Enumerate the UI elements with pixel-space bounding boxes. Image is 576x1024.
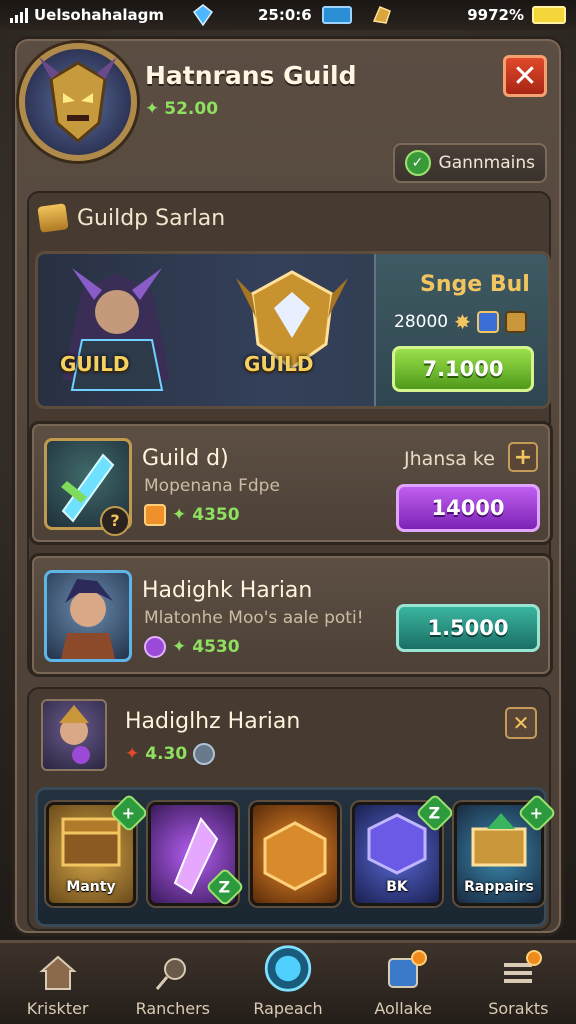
- lower-points-value: 4.30: [145, 744, 188, 764]
- guild-title: Hatnrans Guild: [145, 61, 357, 90]
- item-card[interactable]: Manty +: [46, 793, 149, 906]
- shop-item-row[interactable]: ? Guild d) Mopenana Fdpe ✦ 4350 Jhansa k…: [29, 421, 553, 545]
- row-points-value: 4350: [192, 505, 240, 525]
- nav-item-research[interactable]: Rapeach: [238, 944, 338, 1024]
- guild-leader-portrait: [39, 57, 117, 143]
- house-icon: [38, 955, 77, 990]
- row-title: Hadighk Harian: [142, 578, 313, 603]
- row-subtitle: Mopenana Fdpe: [144, 476, 280, 496]
- row-points: ✦ 4350: [144, 504, 240, 526]
- signal-icon: [10, 7, 28, 23]
- sword-icon: [155, 957, 186, 990]
- carrier-name: Uelsohahalagm: [34, 6, 164, 24]
- offer-cost: 28000 ✸: [394, 310, 527, 334]
- item-card[interactable]: Z: [148, 802, 245, 907]
- recruit-section: Hadiglhz Harian ✦ 4.30 ✕ Manty + Z BK Z …: [27, 687, 557, 931]
- nav-item-rankings[interactable]: Ranchers: [123, 944, 223, 1024]
- help-icon[interactable]: ?: [100, 506, 130, 536]
- guild-shop-section: Guildp Sarlan GUILD GUILD Snge Bul 28000…: [27, 191, 553, 677]
- purple-orb-icon: [144, 636, 166, 658]
- guild-avatar[interactable]: [19, 43, 137, 161]
- row-title: Guild d): [142, 446, 229, 471]
- lower-title: Hadiglhz Harian: [125, 709, 301, 734]
- nav-item-settings[interactable]: Sorakts: [468, 944, 568, 1024]
- close-button[interactable]: ✕: [503, 55, 547, 97]
- portal-icon: [264, 944, 312, 992]
- hero-portrait: [62, 268, 170, 391]
- battery-percent: 9972%: [467, 6, 524, 24]
- guild-tag-left: GUILD: [60, 352, 130, 376]
- nav-label: Sorakts: [488, 998, 549, 1018]
- section-header: Guildp Sarlan: [37, 203, 226, 233]
- add-button[interactable]: +: [508, 442, 538, 472]
- notification-badge: [411, 949, 428, 966]
- star-icon: ✸: [454, 310, 471, 334]
- scroll-icon: [37, 203, 69, 233]
- price-button[interactable]: 14000: [396, 484, 540, 532]
- nav-item-home[interactable]: Kriskter: [8, 944, 108, 1024]
- blue-gem-icon: [476, 311, 499, 333]
- item-card[interactable]: Rappairs +: [454, 793, 557, 906]
- section-title: Guildp Sarlan: [77, 205, 226, 231]
- nav-label: Ranchers: [135, 998, 210, 1018]
- row-right-label: Jhansa ke: [404, 448, 495, 470]
- clock: 25:0:6: [257, 6, 312, 24]
- item-tray: Manty + Z BK Z Rappairs +: [35, 787, 557, 927]
- channels-label: Gannmains: [438, 153, 535, 173]
- row-points-value: 4530: [192, 637, 240, 657]
- orb-icon: [193, 743, 216, 765]
- lower-points: ✦ 4.30: [125, 743, 216, 765]
- guild-points-value: 52.00: [164, 99, 219, 119]
- item-label: Rappairs: [464, 879, 534, 895]
- guild-panel: Hatnrans Guild ✦ 52.00 ✕ ✓ Gannmains Gui…: [12, 36, 564, 936]
- offer-cost-value: 28000: [394, 312, 449, 332]
- close-button[interactable]: ✕: [505, 707, 537, 739]
- price-button[interactable]: 1.5000: [396, 604, 540, 652]
- battery-icon: [532, 6, 566, 24]
- status-bar: Uelsohahalagm 25:0:6 9972%: [0, 0, 576, 30]
- hero-thumbnail: [44, 570, 132, 662]
- sparkle-icon: ✦: [172, 637, 187, 657]
- hero-portrait-icon: [61, 579, 115, 659]
- storage-icon: [321, 6, 352, 24]
- guild-points: ✦ 52.00: [145, 99, 218, 119]
- item-label: BK: [386, 879, 408, 895]
- buy-button[interactable]: 7.1000: [392, 346, 534, 392]
- guild-tag-right: GUILD: [244, 352, 314, 376]
- shop-item-row[interactable]: Hadighk Harian Mlatonhe Moo's aale poti!…: [29, 553, 553, 677]
- orange-gem-icon: [144, 504, 166, 526]
- sparkle-icon: ✦: [145, 99, 160, 119]
- row-subtitle: Mlatonhe Moo's aale poti!: [144, 608, 364, 628]
- sparkle-icon: ✦: [172, 505, 187, 525]
- gold-cube-icon: [263, 821, 327, 891]
- nav-label: Rapeach: [253, 998, 323, 1018]
- hero-thumbnail: [41, 699, 107, 771]
- featured-offer-banner[interactable]: GUILD GUILD Snge Bul 28000 ✸ 7.1000: [35, 251, 551, 409]
- single-buy-box: Snge Bul 28000 ✸ 7.1000: [374, 254, 548, 406]
- row-points: ✦ 4530: [144, 636, 240, 658]
- gem-icon: [192, 4, 213, 26]
- nav-label: Kriskter: [26, 998, 89, 1018]
- notification-badge: [526, 949, 543, 966]
- item-card[interactable]: [250, 802, 340, 906]
- sparkle-icon: ✦: [125, 744, 140, 764]
- channels-button[interactable]: ✓ Gannmains: [392, 143, 547, 183]
- item-card[interactable]: BK Z: [352, 793, 455, 906]
- offer-title: Snge Bul: [420, 272, 530, 297]
- hero-portrait-icon: [59, 705, 90, 764]
- bottom-nav: Kriskter Ranchers Rapeach Aollake Sorakt…: [0, 940, 576, 1024]
- gold-coin-icon: [504, 311, 527, 333]
- check-icon: ✓: [404, 150, 431, 176]
- item-label: Manty: [66, 879, 116, 895]
- nav-label: Aollake: [374, 998, 432, 1018]
- gold-icon: [372, 6, 391, 24]
- nav-item-alliance[interactable]: Aollake: [353, 944, 453, 1024]
